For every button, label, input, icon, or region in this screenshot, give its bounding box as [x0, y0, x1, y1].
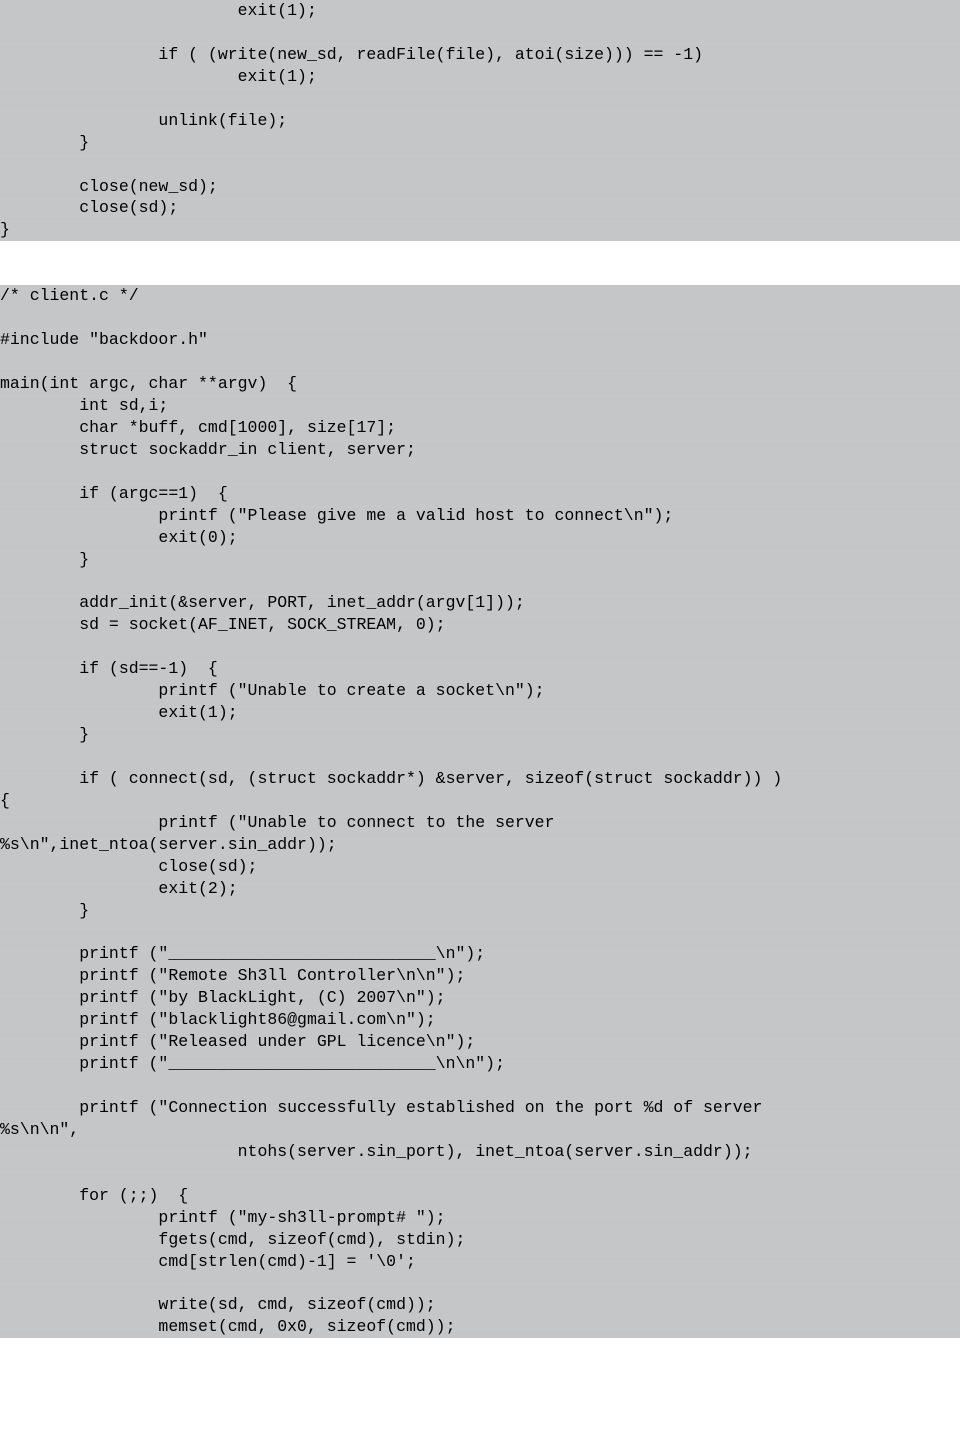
code-block-1: exit(1); if ( (write(new_sd, readFile(fi…: [0, 0, 960, 241]
block-separator: [0, 241, 960, 285]
code-block-2: /* client.c */ #include "backdoor.h" mai…: [0, 285, 960, 1338]
